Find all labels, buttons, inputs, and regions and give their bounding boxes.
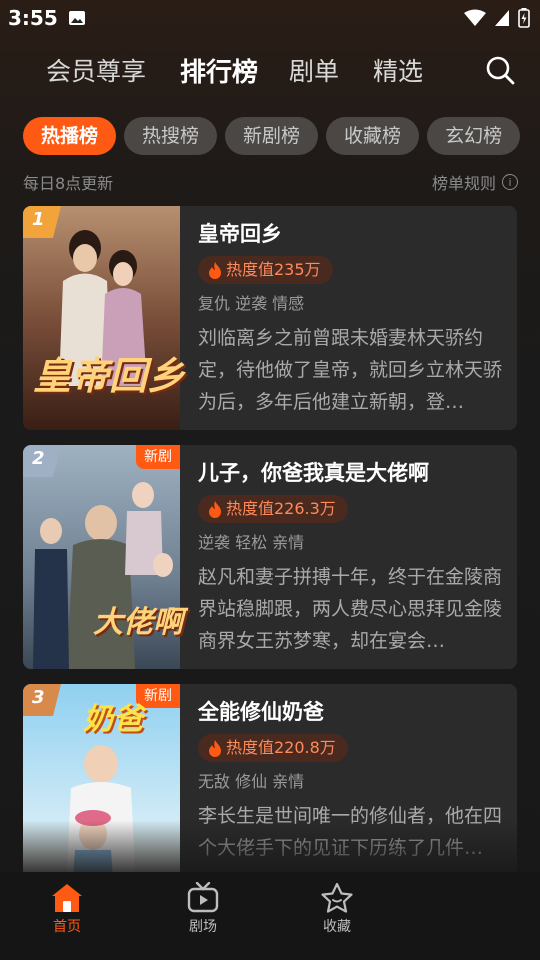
home-icon — [52, 884, 82, 912]
bottom-nav-theater[interactable]: 剧场 — [158, 882, 248, 936]
tv-play-icon — [187, 882, 219, 913]
heat-badge: 热度值235万 — [198, 256, 333, 284]
chip-favorites[interactable]: 收藏榜 — [326, 117, 420, 155]
fire-icon — [209, 500, 221, 518]
ranking-chips: 热播榜 热搜榜 新剧榜 收藏榜 玄幻榜 — [23, 117, 540, 157]
rank-badge: 3 — [23, 684, 61, 716]
drama-tags: 逆袭 轻松 亲情 — [198, 533, 305, 552]
info-icon: i — [502, 174, 518, 190]
heat-value: 热度值226.3万 — [226, 499, 336, 518]
top-nav: 会员尊享 排行榜 剧单 精选 — [0, 50, 540, 90]
heat-badge: 热度值226.3万 — [198, 495, 348, 523]
list-item[interactable]: 2 新剧 大佬啊 儿子，你爸我真是大佬啊 热度值226.3万 逆袭 轻松 亲情 … — [23, 445, 517, 669]
rank-badge: 2 — [23, 445, 61, 477]
tab-featured[interactable]: 精选 — [373, 52, 423, 88]
fire-icon — [209, 261, 221, 279]
bottom-nav-home[interactable]: 首页 — [22, 882, 112, 936]
fire-icon — [209, 739, 221, 757]
drama-title: 全能修仙奶爸 — [198, 700, 324, 724]
new-badge: 新剧 — [136, 445, 180, 469]
ranking-rules-link[interactable]: 榜单规则 i — [432, 170, 518, 194]
tab-member[interactable]: 会员尊享 — [46, 52, 146, 88]
star-icon — [321, 882, 353, 913]
battery-icon — [518, 8, 530, 28]
drama-description: 刘临离乡之前曾跟未婚妻林天骄约定，待他做了皇帝，就回乡立林天骄为后，多年后他建立… — [198, 327, 503, 413]
bottom-nav-favorites[interactable]: 收藏 — [292, 882, 382, 936]
drama-tags: 复仇 逆袭 情感 — [198, 294, 305, 313]
rank-number: 3 — [32, 687, 45, 708]
heat-value: 热度值220.8万 — [226, 738, 336, 757]
update-note: 每日8点更新 — [23, 174, 114, 193]
drama-tags: 无敌 修仙 亲情 — [198, 772, 305, 791]
bottom-nav: 首页 剧场 收藏 — [0, 872, 540, 960]
rank-number: 1 — [32, 209, 45, 230]
list-item[interactable]: 1 皇帝回乡 皇帝回乡 热度值235万 复仇 逆袭 情感 刘临离乡之前曾跟未婚妻… — [23, 206, 517, 430]
chip-hot-play[interactable]: 热播榜 — [23, 117, 117, 155]
chip-hot-search[interactable]: 热搜榜 — [124, 117, 218, 155]
wifi-icon — [464, 9, 486, 26]
poster-title: 皇帝回乡 — [33, 353, 186, 398]
bottom-nav-theater-label: 剧场 — [189, 919, 217, 935]
ranking-subline: 每日8点更新 榜单规则 i — [23, 170, 518, 194]
rank-badge: 1 — [23, 206, 61, 238]
scroll-fade — [0, 820, 540, 872]
drama-title: 儿子，你爸我真是大佬啊 — [198, 461, 429, 485]
search-icon[interactable] — [484, 54, 516, 86]
poster-title: 大佬啊 — [93, 605, 183, 640]
drama-title: 皇帝回乡 — [198, 222, 282, 246]
chip-new-drama[interactable]: 新剧榜 — [225, 117, 319, 155]
tab-ranking[interactable]: 排行榜 — [180, 52, 258, 89]
heat-badge: 热度值220.8万 — [198, 734, 348, 762]
rank-number: 2 — [32, 448, 45, 469]
poster-title: 奶爸 — [83, 702, 143, 737]
ranking-rules-label: 榜单规则 — [431, 174, 496, 193]
status-time: 3:55 — [8, 6, 58, 30]
image-notification-icon — [69, 11, 85, 25]
drama-description: 赵凡和妻子拼搏十年，终于在金陵商界站稳脚跟，两人费尽心思拜见金陵商界女王苏梦寒，… — [198, 566, 503, 652]
chip-fantasy[interactable]: 玄幻榜 — [427, 117, 521, 155]
heat-value: 热度值235万 — [226, 260, 321, 279]
tab-playlist[interactable]: 剧单 — [289, 52, 339, 88]
signal-icon — [495, 10, 509, 26]
status-icons — [464, 8, 530, 28]
bottom-nav-favorites-label: 收藏 — [323, 919, 351, 935]
status-bar: 3:55 — [0, 0, 540, 36]
bottom-nav-home-label: 首页 — [53, 919, 81, 935]
